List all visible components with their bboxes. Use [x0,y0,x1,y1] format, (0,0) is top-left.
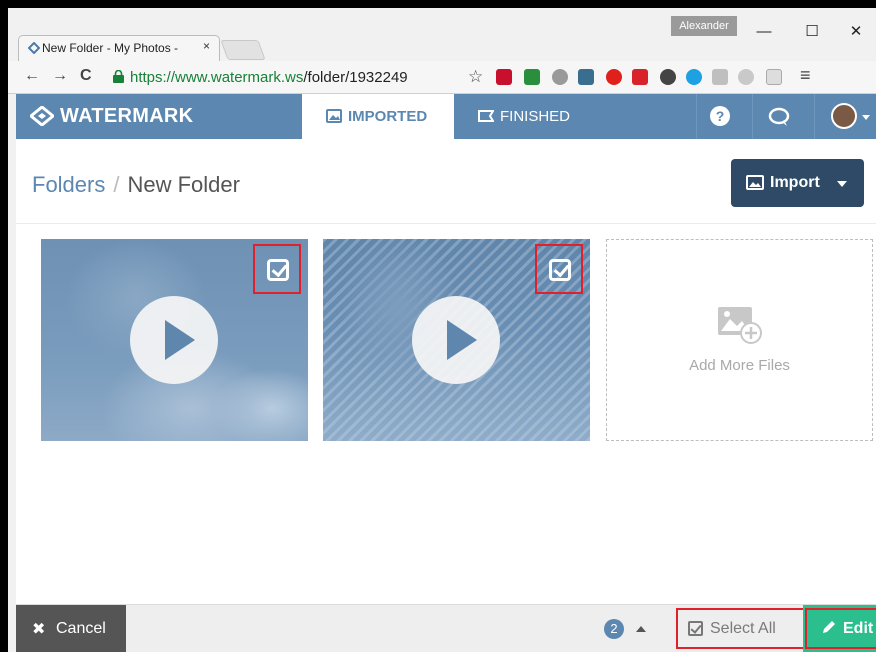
extension-s-icon[interactable] [578,69,594,85]
extension-dark-icon[interactable] [660,69,676,85]
back-button[interactable]: ← [24,67,40,85]
minimize-button[interactable]: — [742,18,786,46]
cancel-button-label: Cancel [56,620,106,637]
profile-name-badge[interactable]: Alexander [671,16,737,36]
edit-highlight-outline [805,608,876,649]
selected-count-badge[interactable]: 2 [604,619,624,639]
tab-finished-label: FINISHED [500,108,571,125]
brand-name: WATERMARK [60,105,194,127]
watermark-favicon-icon [28,42,40,54]
lock-icon [113,70,124,83]
play-button-icon[interactable] [130,296,218,384]
extension-red-icon[interactable] [496,69,512,85]
select-all-label: Select All [710,620,776,637]
extension-drive-icon[interactable] [712,69,728,85]
selection-checkbox[interactable] [535,244,583,294]
footer-bar: ✖ Cancel 2 Select All Edit [16,604,876,652]
chevron-down-icon [862,115,870,120]
add-more-files-label: Add More Files [689,357,790,374]
chat-button[interactable] [752,94,804,139]
add-image-icon [718,307,762,344]
checkbox-checked-icon [549,259,571,281]
checkbox-icon [688,621,703,636]
tab-imported[interactable]: IMPORTED [302,94,454,139]
title-bar: New Folder - My Photos - × Alexander — ☐… [8,8,876,61]
extension-settings-icon[interactable] [766,69,782,85]
caret-up-icon[interactable] [636,626,646,632]
url-host: https://www.watermark.ws [130,69,304,86]
url-path: /folder/1932249 [303,69,408,86]
select-all-button[interactable]: Select All [676,608,805,649]
close-window-button[interactable]: ✕ [834,18,876,46]
extension-notifications-icon[interactable] [632,69,648,85]
images-icon [326,109,342,123]
forward-button[interactable]: → [52,67,68,85]
browser-window: New Folder - My Photos - × Alexander — ☐… [8,8,876,652]
chrome-menu-icon[interactable]: ≡ [800,65,811,86]
tab-title: New Folder - My Photos - [42,41,179,55]
browser-toolbar: ← → C https://www.watermark.ws/folder/19… [8,61,876,94]
breadcrumb-separator: / [113,172,120,197]
chevron-down-icon [837,181,847,187]
chat-icon [768,107,790,126]
close-icon: ✖ [32,621,46,638]
video-thumbnail[interactable] [41,239,308,441]
breadcrumb-folders-link[interactable]: Folders [32,172,105,197]
import-button[interactable]: Import [731,159,864,207]
extension-opera-icon[interactable] [606,69,622,85]
reload-button[interactable]: C [80,67,92,85]
main-content: Folders / New Folder Import Add More Fil… [16,139,876,604]
help-icon: ? [710,106,730,126]
flag-icon [478,110,494,122]
extension-globe-icon[interactable] [552,69,568,85]
cancel-button[interactable]: ✖ Cancel [16,605,126,652]
import-button-label: Import [770,174,820,191]
watermark-logo-icon [30,106,54,126]
breadcrumb-current: New Folder [127,172,240,197]
extension-green-icon[interactable] [524,69,540,85]
add-more-files-dropzone[interactable]: Add More Files [606,239,873,441]
breadcrumb: Folders / New Folder [32,172,240,198]
avatar [831,103,857,129]
new-tab-button[interactable] [220,40,266,60]
app-header: WATERMARK IMPORTED FINISHED ? [16,94,876,139]
import-images-icon [746,175,764,190]
extension-grey-icon[interactable] [738,69,754,85]
skype-icon[interactable] [686,69,702,85]
tab-imported-label: IMPORTED [348,108,428,125]
address-bar[interactable]: https://www.watermark.ws/folder/1932249 [130,69,408,86]
video-thumbnail[interactable] [323,239,590,441]
play-button-icon[interactable] [412,296,500,384]
tab-close-icon[interactable]: × [203,39,210,53]
tab-finished[interactable]: FINISHED [454,94,606,139]
checkbox-checked-icon [267,259,289,281]
help-button[interactable]: ? [696,94,741,139]
bookmark-star-icon[interactable]: ☆ [468,67,483,87]
divider [16,223,876,224]
maximize-button[interactable]: ☐ [790,18,834,46]
user-menu[interactable] [814,94,876,139]
selection-checkbox[interactable] [253,244,301,294]
